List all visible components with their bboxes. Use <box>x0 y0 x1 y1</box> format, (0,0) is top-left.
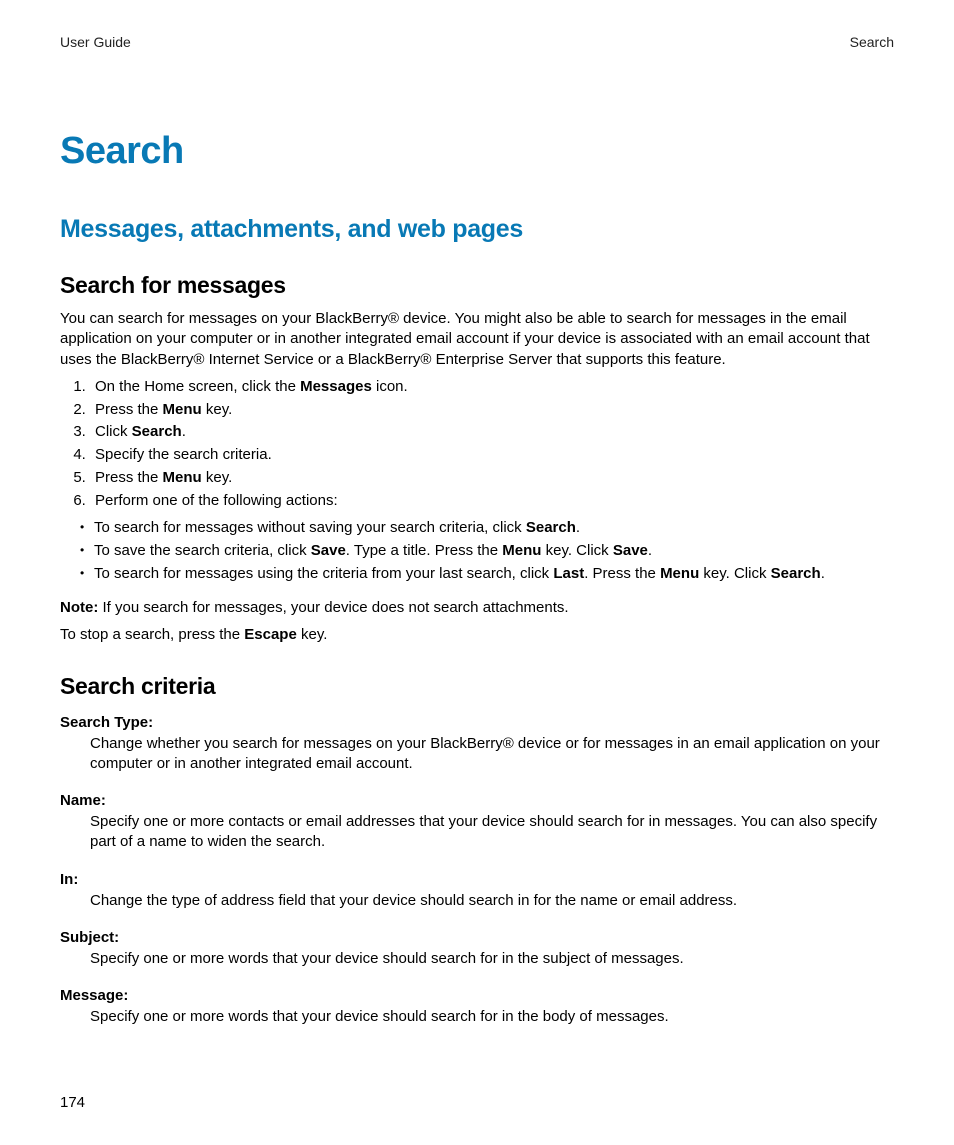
criteria-list: Search Type: Change whether you search f… <box>60 714 894 1028</box>
criteria-desc: Specify one or more words that your devi… <box>90 949 894 969</box>
criteria-desc: Change whether you search for messages o… <box>90 734 894 775</box>
bullet-item: To save the search criteria, click Save.… <box>94 540 894 562</box>
substeps-list: To search for messages without saving yo… <box>60 517 894 584</box>
step-item: Press the Menu key. <box>90 399 894 421</box>
page-title: Search <box>60 130 894 173</box>
bullet-item: To search for messages without saving yo… <box>94 517 894 539</box>
criteria-term: Name: <box>60 792 894 809</box>
criteria-item: Message: Specify one or more words that … <box>60 987 894 1027</box>
criteria-term: Subject: <box>60 929 894 946</box>
intro-paragraph: You can search for messages on your Blac… <box>60 309 894 370</box>
criteria-item: Subject: Specify one or more words that … <box>60 929 894 969</box>
criteria-desc: Change the type of address field that yo… <box>90 891 894 911</box>
criteria-item: In: Change the type of address field tha… <box>60 871 894 911</box>
criteria-term: Search Type: <box>60 714 894 731</box>
page-container: User Guide Search Search Messages, attac… <box>0 0 954 1145</box>
criteria-desc: Specify one or more words that your devi… <box>90 1007 894 1027</box>
section-heading: Messages, attachments, and web pages <box>60 215 894 244</box>
note-paragraph: Note: If you search for messages, your d… <box>60 599 894 616</box>
subsection-search-for-messages: Search for messages <box>60 272 894 299</box>
steps-list: On the Home screen, click the Messages i… <box>60 376 894 512</box>
criteria-term: In: <box>60 871 894 888</box>
page-number: 174 <box>60 1094 85 1111</box>
step-item: Perform one of the following actions: <box>90 490 894 512</box>
step-item: Press the Menu key. <box>90 467 894 489</box>
step-item: Click Search. <box>90 421 894 443</box>
step-item: On the Home screen, click the Messages i… <box>90 376 894 398</box>
criteria-desc: Specify one or more contacts or email ad… <box>90 812 894 853</box>
header-left: User Guide <box>60 34 131 50</box>
stop-search-paragraph: To stop a search, press the Escape key. <box>60 626 894 643</box>
page-header: User Guide Search <box>60 34 894 50</box>
header-right: Search <box>850 34 894 50</box>
step-item: Specify the search criteria. <box>90 444 894 466</box>
subsection-search-criteria: Search criteria <box>60 673 894 700</box>
bullet-item: To search for messages using the criteri… <box>94 563 894 585</box>
criteria-item: Name: Specify one or more contacts or em… <box>60 792 894 853</box>
criteria-term: Message: <box>60 987 894 1004</box>
criteria-item: Search Type: Change whether you search f… <box>60 714 894 775</box>
